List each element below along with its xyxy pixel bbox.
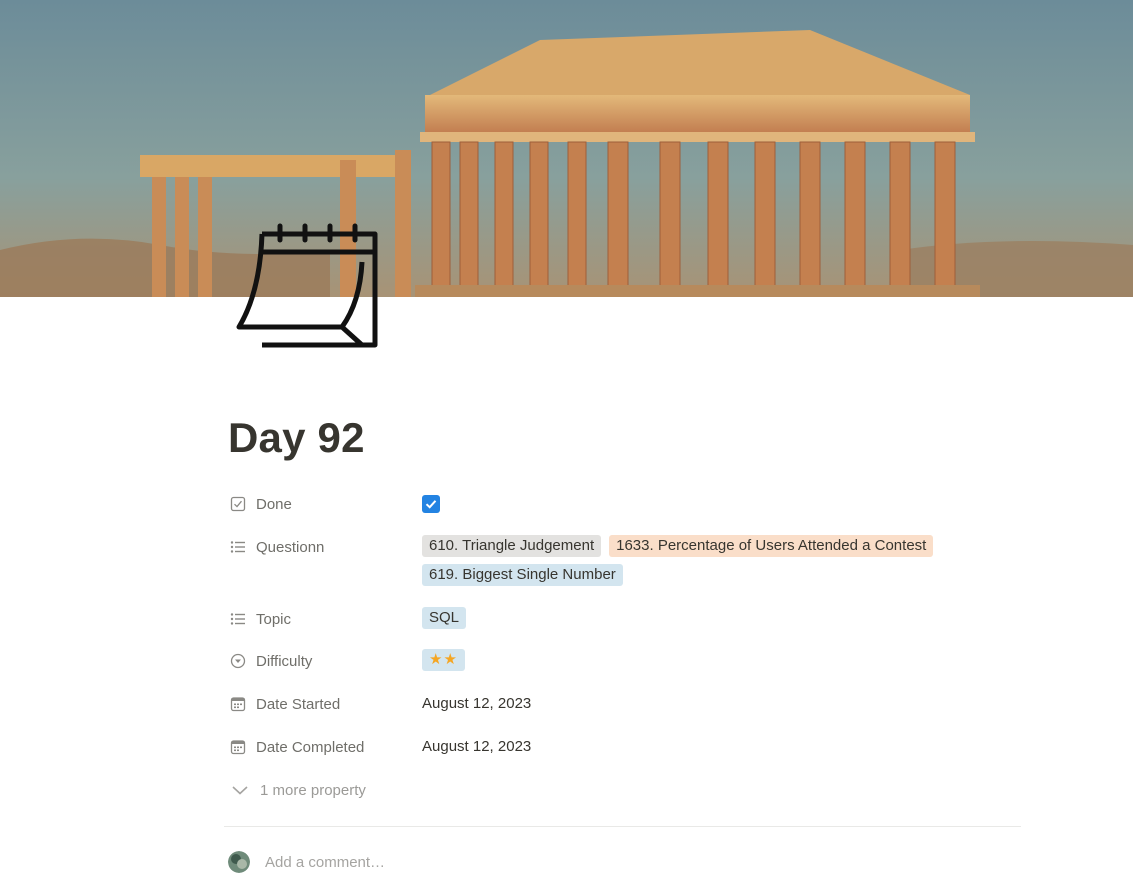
property-name-done[interactable]: Done (228, 492, 422, 516)
divider (224, 826, 1021, 827)
property-name-topic[interactable]: Topic (228, 607, 422, 631)
list-icon (228, 609, 248, 629)
property-question: Questionn 610. Triangle Judgement 1633. … (228, 535, 1028, 586)
calendar-icon[interactable] (232, 222, 382, 352)
property-name-date-started[interactable]: Date Started (228, 692, 422, 716)
comment-bar (228, 851, 665, 873)
property-date-completed: Date Completed August 12, 2023 (228, 735, 1028, 759)
select-icon (228, 651, 248, 671)
date-started-value[interactable]: August 12, 2023 (422, 692, 531, 716)
tag-question[interactable]: 619. Biggest Single Number (422, 564, 623, 586)
property-label: Topic (256, 610, 292, 628)
tag-topic[interactable]: SQL (422, 607, 467, 629)
date-completed-value[interactable]: August 12, 2023 (422, 735, 531, 759)
property-name-question[interactable]: Questionn (228, 535, 422, 559)
property-value-date-completed[interactable]: August 12, 2023 (422, 735, 982, 759)
chevron-down-icon (228, 780, 252, 800)
property-difficulty: Difficulty ★★ (228, 649, 1028, 673)
cover-parthenon-image (0, 0, 1133, 297)
property-date-started: Date Started August 12, 2023 (228, 692, 1028, 716)
tag-question[interactable]: 610. Triangle Judgement (422, 535, 602, 557)
property-label: Questionn (256, 538, 325, 556)
done-checkbox[interactable] (422, 495, 440, 513)
property-value-question[interactable]: 610. Triangle Judgement 1633. Percentage… (422, 535, 982, 586)
property-name-date-completed[interactable]: Date Completed (228, 735, 422, 759)
page-title[interactable]: Day 92 (228, 414, 365, 462)
more-properties-toggle[interactable]: 1 more property (228, 779, 366, 801)
property-label: Done (256, 495, 292, 513)
more-properties-label: 1 more property (260, 781, 366, 799)
property-value-date-started[interactable]: August 12, 2023 (422, 692, 982, 716)
property-topic: Topic SQL (228, 607, 1028, 631)
property-label: Date Started (256, 695, 341, 713)
calendar-small-icon (228, 694, 248, 714)
property-name-difficulty[interactable]: Difficulty (228, 649, 422, 673)
property-done: Done (228, 492, 1028, 516)
list-icon (228, 537, 248, 557)
property-value-done (422, 492, 982, 513)
property-label: Difficulty (256, 652, 313, 670)
property-value-topic[interactable]: SQL (422, 607, 982, 629)
calendar-small-icon (228, 737, 248, 757)
checkmark-icon (425, 500, 437, 509)
tag-question[interactable]: 1633. Percentage of Users Attended a Con… (609, 535, 934, 557)
comment-input[interactable] (265, 853, 665, 871)
checkbox-property-icon (228, 494, 248, 514)
property-label: Date Completed (256, 738, 365, 756)
page-cover[interactable] (0, 0, 1133, 297)
property-value-difficulty[interactable]: ★★ (422, 649, 982, 671)
avatar (228, 851, 250, 873)
tag-difficulty-stars[interactable]: ★★ (422, 649, 465, 671)
